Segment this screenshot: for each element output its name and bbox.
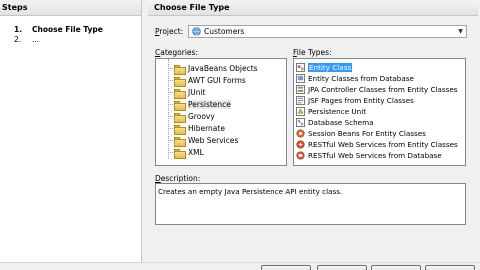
session-beans-icon — [296, 129, 305, 138]
page-title: Choose File Type — [148, 0, 478, 16]
project-value: Customers — [204, 27, 245, 36]
tree-item-label: AWT GUI Forms — [188, 76, 246, 85]
folder-icon — [174, 148, 186, 159]
filetype-label: JSF Pages from Entity Classes — [308, 96, 414, 105]
folder-icon — [174, 112, 186, 123]
entity-class-icon — [296, 63, 305, 72]
step-item-1: 1. Choose File Type — [14, 25, 141, 35]
project-label: Project: — [155, 27, 184, 36]
filetype-label: Database Schema — [308, 118, 374, 127]
filetypes-label: File Types: — [293, 48, 332, 57]
step-number: 2. — [14, 35, 22, 44]
filetype-restful-entity[interactable]: RESTful Web Services from Entity Classes — [296, 139, 458, 150]
tree-item-webservices[interactable]: Web Services — [174, 135, 239, 147]
tree-item-persistence[interactable]: Persistence — [174, 99, 231, 111]
restful-entity-icon — [296, 140, 305, 149]
tree-connector — [168, 140, 173, 141]
tree-item-label: Persistence — [188, 100, 231, 109]
categories-label: Categories: — [155, 48, 198, 57]
database-schema-icon — [296, 118, 305, 127]
steps-list: 1. Choose File Type 2.... — [0, 16, 141, 45]
filetype-label: Persistence Unit — [308, 107, 367, 116]
filetype-persistence-unit[interactable]: Persistence Unit — [296, 106, 366, 117]
jpa-controller-icon — [296, 85, 305, 94]
tree-line — [168, 59, 169, 159]
step-label: Choose File Type — [32, 25, 103, 34]
tree-connector — [168, 128, 173, 129]
folder-icon — [174, 88, 186, 99]
tree-item-awt[interactable]: AWT GUI Forms — [174, 75, 246, 87]
project-combo[interactable]: Customers ▼ — [188, 25, 467, 38]
description-text: Creates an empty Java Persistence API en… — [155, 183, 466, 225]
filetype-label: RESTful Web Services from Database — [308, 151, 442, 160]
filetype-entity-class[interactable]: Entity Class — [296, 62, 353, 73]
tree-connector — [168, 92, 173, 93]
jsf-pages-icon — [296, 96, 305, 105]
tree-item-xml[interactable]: XML — [174, 147, 204, 159]
folder-icon — [174, 136, 186, 147]
tree-item-label: Hibernate — [188, 124, 225, 133]
main-panel: Choose File Type Project: Customers ▼ Ca… — [146, 0, 480, 262]
step-number: 1. — [14, 25, 23, 34]
folder-icon — [174, 100, 186, 111]
tree-item-label: XML — [188, 148, 204, 157]
tree-connector — [168, 116, 173, 117]
tree-connector — [168, 152, 173, 153]
tree-item-hibernate[interactable]: Hibernate — [174, 123, 225, 135]
filetypes-list[interactable]: Entity Class Entity Classes from Databas… — [293, 58, 466, 166]
entity-db-icon — [296, 74, 305, 83]
finish-button[interactable] — [371, 265, 421, 270]
filetype-restful-db[interactable]: RESTful Web Services from Database — [296, 150, 442, 161]
persistence-unit-icon — [296, 107, 305, 116]
filetype-label: RESTful Web Services from Entity Classes — [308, 140, 458, 149]
tree-item-groovy[interactable]: Groovy — [174, 111, 215, 123]
filetype-session-beans[interactable]: Session Beans For Entity Classes — [296, 128, 426, 139]
step-item-2: 2.... — [14, 35, 141, 45]
tree-connector — [168, 68, 173, 69]
filetype-label: JPA Controller Classes from Entity Class… — [308, 85, 458, 94]
tree-item-javabeans[interactable]: JavaBeans Objects — [174, 63, 258, 75]
steps-title: Steps — [0, 0, 141, 16]
description-label: Description: — [155, 174, 201, 183]
filetype-jsf-pages[interactable]: JSF Pages from Entity Classes — [296, 95, 414, 106]
globe-icon — [192, 27, 201, 36]
tree-connector — [168, 80, 173, 81]
filetype-label: Session Beans For Entity Classes — [308, 129, 426, 138]
categories-tree[interactable]: JavaBeans Objects AWT GUI Forms JUnit Pe… — [155, 58, 287, 166]
next-button[interactable] — [317, 265, 367, 270]
step-label: ... — [32, 35, 40, 44]
steps-panel: Steps 1. Choose File Type 2.... — [0, 0, 142, 262]
back-button[interactable] — [261, 265, 311, 270]
cancel-button[interactable] — [425, 265, 475, 270]
tree-item-label: JUnit — [188, 88, 206, 97]
filetype-jpa-controller[interactable]: JPA Controller Classes from Entity Class… — [296, 84, 458, 95]
chevron-down-icon[interactable]: ▼ — [455, 26, 466, 37]
tree-item-label: JavaBeans Objects — [188, 64, 258, 73]
filetype-entity-from-db[interactable]: Entity Classes from Database — [296, 73, 414, 84]
tree-item-junit[interactable]: JUnit — [174, 87, 206, 99]
tree-connector — [168, 104, 173, 105]
folder-icon — [174, 124, 186, 135]
folder-icon — [174, 76, 186, 87]
tree-item-label: Web Services — [188, 136, 239, 145]
filetype-label: Entity Classes from Database — [308, 74, 414, 83]
filetype-database-schema[interactable]: Database Schema — [296, 117, 373, 128]
filetype-label: Entity Class — [308, 63, 353, 72]
restful-db-icon — [296, 151, 305, 160]
folder-icon — [174, 64, 186, 75]
tree-item-label: Groovy — [188, 112, 215, 121]
